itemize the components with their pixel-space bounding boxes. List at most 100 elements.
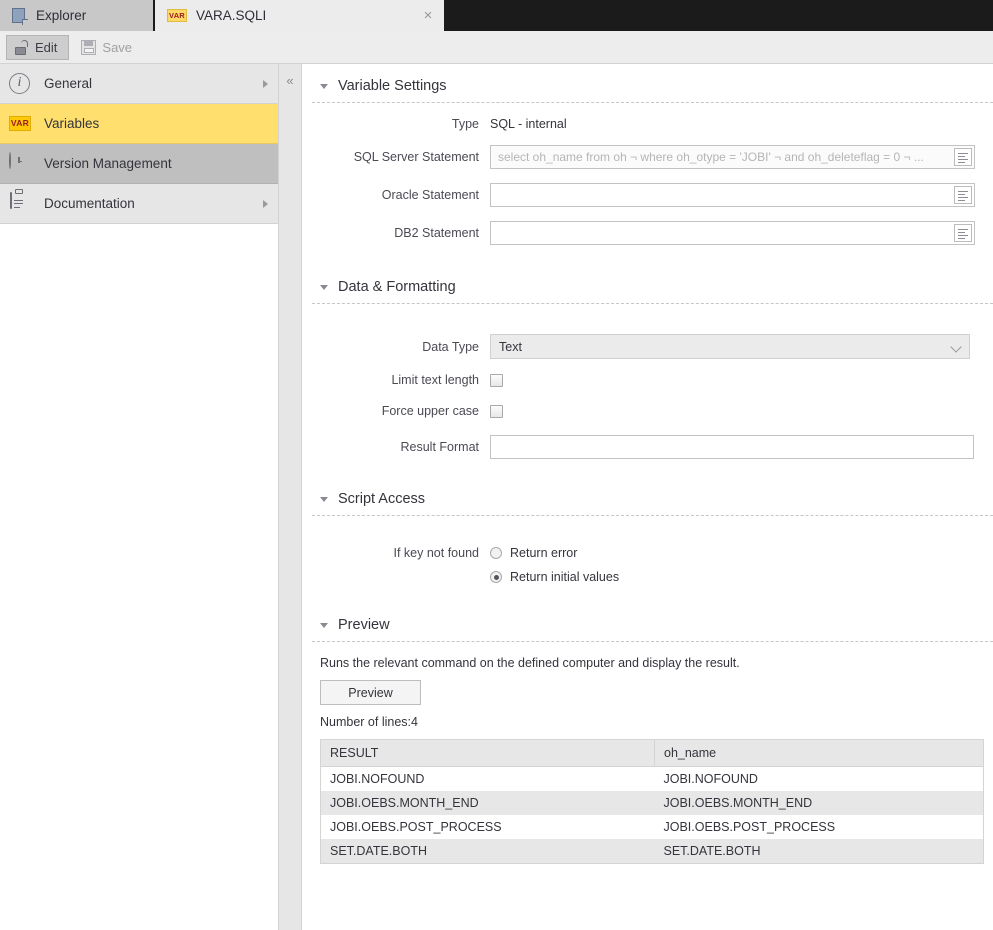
result-format-field[interactable]: [490, 435, 974, 459]
floppy-disk-icon: [81, 39, 97, 55]
chevron-down-icon[interactable]: [320, 496, 328, 502]
divider: [312, 102, 993, 103]
type-label: Type: [451, 117, 479, 131]
cell-result: JOBI.OEBS.POST_PROCESS: [320, 815, 655, 839]
cell-oh-name: JOBI.NOFOUND: [654, 766, 984, 791]
table-row[interactable]: JOBI.NOFOUND JOBI.NOFOUND: [320, 766, 984, 791]
section-data-formatting-title: Data & Formatting: [338, 279, 456, 295]
radio-return-error[interactable]: Return error: [490, 546, 577, 560]
row-result-format: Result Format: [312, 435, 993, 459]
section-preview-header: Preview: [312, 584, 993, 633]
cell-oh-name: JOBI.OEBS.POST_PROCESS: [654, 815, 984, 839]
preview-results-table: RESULT oh_name JOBI.NOFOUND JOBI.NOFOUND…: [320, 739, 984, 864]
sidebar-item-documentation-label: Documentation: [44, 196, 135, 211]
info-icon: i: [9, 72, 31, 95]
radio-return-initial-values-input[interactable]: [490, 571, 502, 583]
row-oracle-statement: Oracle Statement: [312, 183, 993, 207]
open-editor-icon[interactable]: [954, 186, 972, 204]
divider: [312, 641, 993, 642]
chevron-down-icon[interactable]: [320, 83, 328, 89]
page-icon: [12, 7, 28, 25]
cell-oh-name: JOBI.OEBS.MONTH_END: [654, 791, 984, 815]
table-row[interactable]: SET.DATE.BOTH SET.DATE.BOTH: [320, 839, 984, 864]
data-type-value: Text: [499, 339, 522, 354]
row-if-key-not-found: If key not found Return error: [312, 546, 993, 560]
section-preview-title: Preview: [338, 617, 390, 633]
column-header-oh-name[interactable]: oh_name: [654, 739, 984, 767]
row-data-type: Data Type Text: [312, 334, 993, 359]
edit-button-label: Edit: [35, 39, 58, 55]
save-button[interactable]: Save: [73, 35, 144, 60]
sql-server-statement-field[interactable]: select oh_name from oh ¬ where oh_otype …: [490, 145, 975, 169]
table-row[interactable]: JOBI.OEBS.POST_PROCESS JOBI.OEBS.POST_PR…: [320, 815, 984, 839]
row-sql-server-statement: SQL Server Statement select oh_name from…: [312, 145, 993, 169]
row-limit-text-length: Limit text length: [312, 373, 993, 387]
table-header-row: RESULT oh_name: [320, 739, 984, 767]
row-return-initial-values: Return initial values: [312, 570, 993, 584]
number-of-lines-label: Number of lines:4: [320, 715, 418, 729]
column-header-result[interactable]: RESULT: [320, 739, 655, 767]
tab-explorer-label: Explorer: [36, 8, 87, 23]
data-type-select[interactable]: Text: [490, 334, 970, 359]
section-script-access-header: Script Access: [312, 459, 993, 507]
tab-explorer[interactable]: Explorer: [0, 0, 155, 31]
save-button-label: Save: [102, 39, 133, 55]
clock-icon: [9, 151, 31, 175]
var-badge-icon: VAR: [167, 9, 187, 22]
tab-vara-sqli[interactable]: VAR VARA.SQLI ×: [155, 0, 444, 31]
chevron-down-icon[interactable]: [320, 622, 328, 628]
sidebar-item-general-label: General: [44, 76, 93, 91]
open-editor-icon[interactable]: [954, 224, 972, 242]
edit-button[interactable]: Edit: [6, 34, 70, 60]
tab-vara-sqli-label: VARA.SQLI: [196, 8, 267, 23]
sidebar-item-general[interactable]: i General: [0, 64, 278, 104]
sql-server-statement-value: select oh_name from oh ¬ where oh_otype …: [498, 150, 924, 164]
radio-return-initial-values-label: Return initial values: [510, 570, 620, 584]
radio-return-initial-values[interactable]: Return initial values: [490, 570, 619, 584]
if-key-not-found-label: If key not found: [393, 546, 479, 560]
radio-return-error-label: Return error: [510, 546, 578, 560]
main-panel: Variable Settings Type SQL - internal SQ…: [302, 64, 993, 930]
sidebar-item-documentation[interactable]: Documentation: [0, 184, 278, 224]
chevron-down-icon[interactable]: [320, 284, 328, 290]
cell-result: JOBI.OEBS.MONTH_END: [320, 791, 655, 815]
preview-button[interactable]: Preview: [320, 680, 421, 705]
oracle-statement-label: Oracle Statement: [381, 188, 479, 202]
sidebar-item-variables[interactable]: VAR Variables: [0, 104, 278, 144]
force-upper-case-checkbox[interactable]: [490, 404, 503, 418]
toolbar: Edit Save: [0, 31, 993, 64]
preview-description: Runs the relevant command on the defined…: [320, 656, 740, 670]
radio-return-error-input[interactable]: [490, 547, 502, 559]
db2-statement-label: DB2 Statement: [394, 226, 479, 240]
row-type: Type SQL - internal: [312, 117, 993, 131]
force-upper-case-label: Force upper case: [381, 404, 479, 418]
row-force-upper-case: Force upper case: [312, 404, 993, 418]
cell-oh-name: SET.DATE.BOTH: [654, 839, 984, 864]
tab-strip: Explorer VAR VARA.SQLI ×: [0, 0, 993, 31]
result-format-label: Result Format: [400, 440, 480, 454]
db2-statement-field[interactable]: [490, 221, 975, 245]
divider: [312, 303, 993, 304]
cell-result: SET.DATE.BOTH: [320, 839, 655, 864]
open-editor-icon[interactable]: [954, 148, 972, 166]
sql-server-statement-label: SQL Server Statement: [353, 150, 479, 164]
close-icon[interactable]: ×: [420, 8, 436, 24]
divider: [312, 515, 993, 516]
oracle-statement-field[interactable]: [490, 183, 975, 207]
sidebar-item-variables-label: Variables: [44, 116, 100, 131]
section-variable-settings-title: Variable Settings: [338, 78, 447, 94]
cell-result: JOBI.NOFOUND: [320, 766, 655, 791]
table-row[interactable]: JOBI.OEBS.MONTH_END JOBI.OEBS.MONTH_END: [320, 791, 984, 815]
limit-text-length-checkbox[interactable]: [490, 373, 503, 387]
data-type-label: Data Type: [422, 339, 479, 354]
limit-text-length-label: Limit text length: [391, 373, 479, 387]
sidebar-item-version-management[interactable]: Version Management: [0, 144, 278, 184]
sidebar: i General VAR Variables Version Manageme…: [0, 64, 279, 930]
section-variable-settings-header: Variable Settings: [312, 64, 993, 94]
collapse-sidebar-button[interactable]: «: [279, 64, 302, 930]
type-value: SQL - internal: [490, 117, 567, 131]
workspace: i General VAR Variables Version Manageme…: [0, 64, 993, 930]
var-icon: VAR: [9, 113, 31, 135]
clipboard-icon: [9, 189, 31, 215]
chevron-right-icon: [263, 79, 268, 88]
